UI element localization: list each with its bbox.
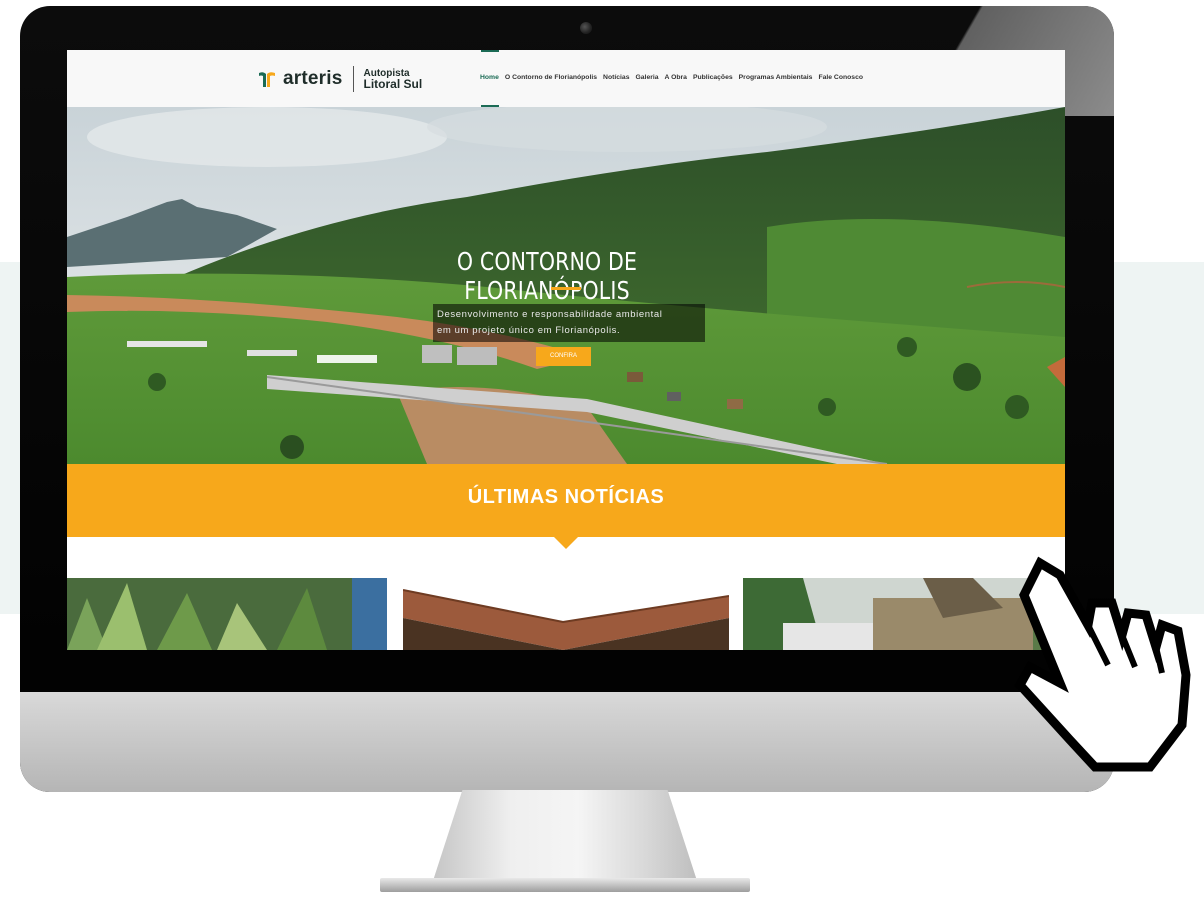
hero-banner: O CONTORNO DE FLORIANÓPOLIS Desenvolvime… [67,107,1065,464]
news-section-header: ÚLTIMAS NOTÍCIAS [67,464,1065,537]
main-menu: Home O Contorno de Florianópolis Notícia… [480,74,863,81]
active-indicator-top [481,50,499,52]
nav-item-a-obra[interactable]: A Obra [665,74,687,81]
nav-item-publicacoes[interactable]: Publicações [693,74,733,81]
brand-subtitle: Autopista Litoral Sul [364,68,423,90]
brand-sub-line-2: Litoral Sul [363,77,423,91]
news-card-2[interactable] [403,578,729,650]
nav-item-fale-conosco[interactable]: Fale Conosco [818,74,863,81]
hero-description-line-1: Desenvolvimento e responsabilidade ambie… [437,309,663,320]
brand-name: arteris [283,68,343,89]
hero-title-underline [551,287,581,290]
logo-divider [352,66,354,92]
monitor-chin [20,692,1114,792]
confira-button[interactable]: CONFIRA [536,347,591,366]
hero-description-line-2: em um projeto único em Florianópolis. [437,325,621,336]
news-section-title: ÚLTIMAS NOTÍCIAS [467,486,665,508]
arteris-logo-icon [259,72,275,87]
nav-item-noticias[interactable]: Notícias [603,74,629,81]
hand-pointer-icon [1014,556,1191,772]
news-card-2-image [403,578,729,650]
hero-description: Desenvolvimento e responsabilidade ambie… [433,304,705,342]
news-header-notch [554,537,578,549]
nav-item-galeria[interactable]: Galeria [635,74,658,81]
monitor-stand-base [380,878,750,892]
nav-item-contorno[interactable]: O Contorno de Florianópolis [505,74,597,81]
webcam-icon [580,22,592,34]
monitor-stand [430,790,700,890]
news-card-1-image [67,578,387,650]
site-logo[interactable]: arteris Autopista Litoral Sul [257,65,422,93]
nav-item-programas-ambientais[interactable]: Programas Ambientais [739,74,813,81]
news-card-1[interactable] [67,578,387,650]
hero-title: O CONTORNO DE FLORIANÓPOLIS [456,247,638,305]
nav-item-home[interactable]: Home [480,74,499,81]
top-navigation: arteris Autopista Litoral Sul Home O Con… [67,50,1065,107]
website-screen: arteris Autopista Litoral Sul Home O Con… [67,50,1065,650]
